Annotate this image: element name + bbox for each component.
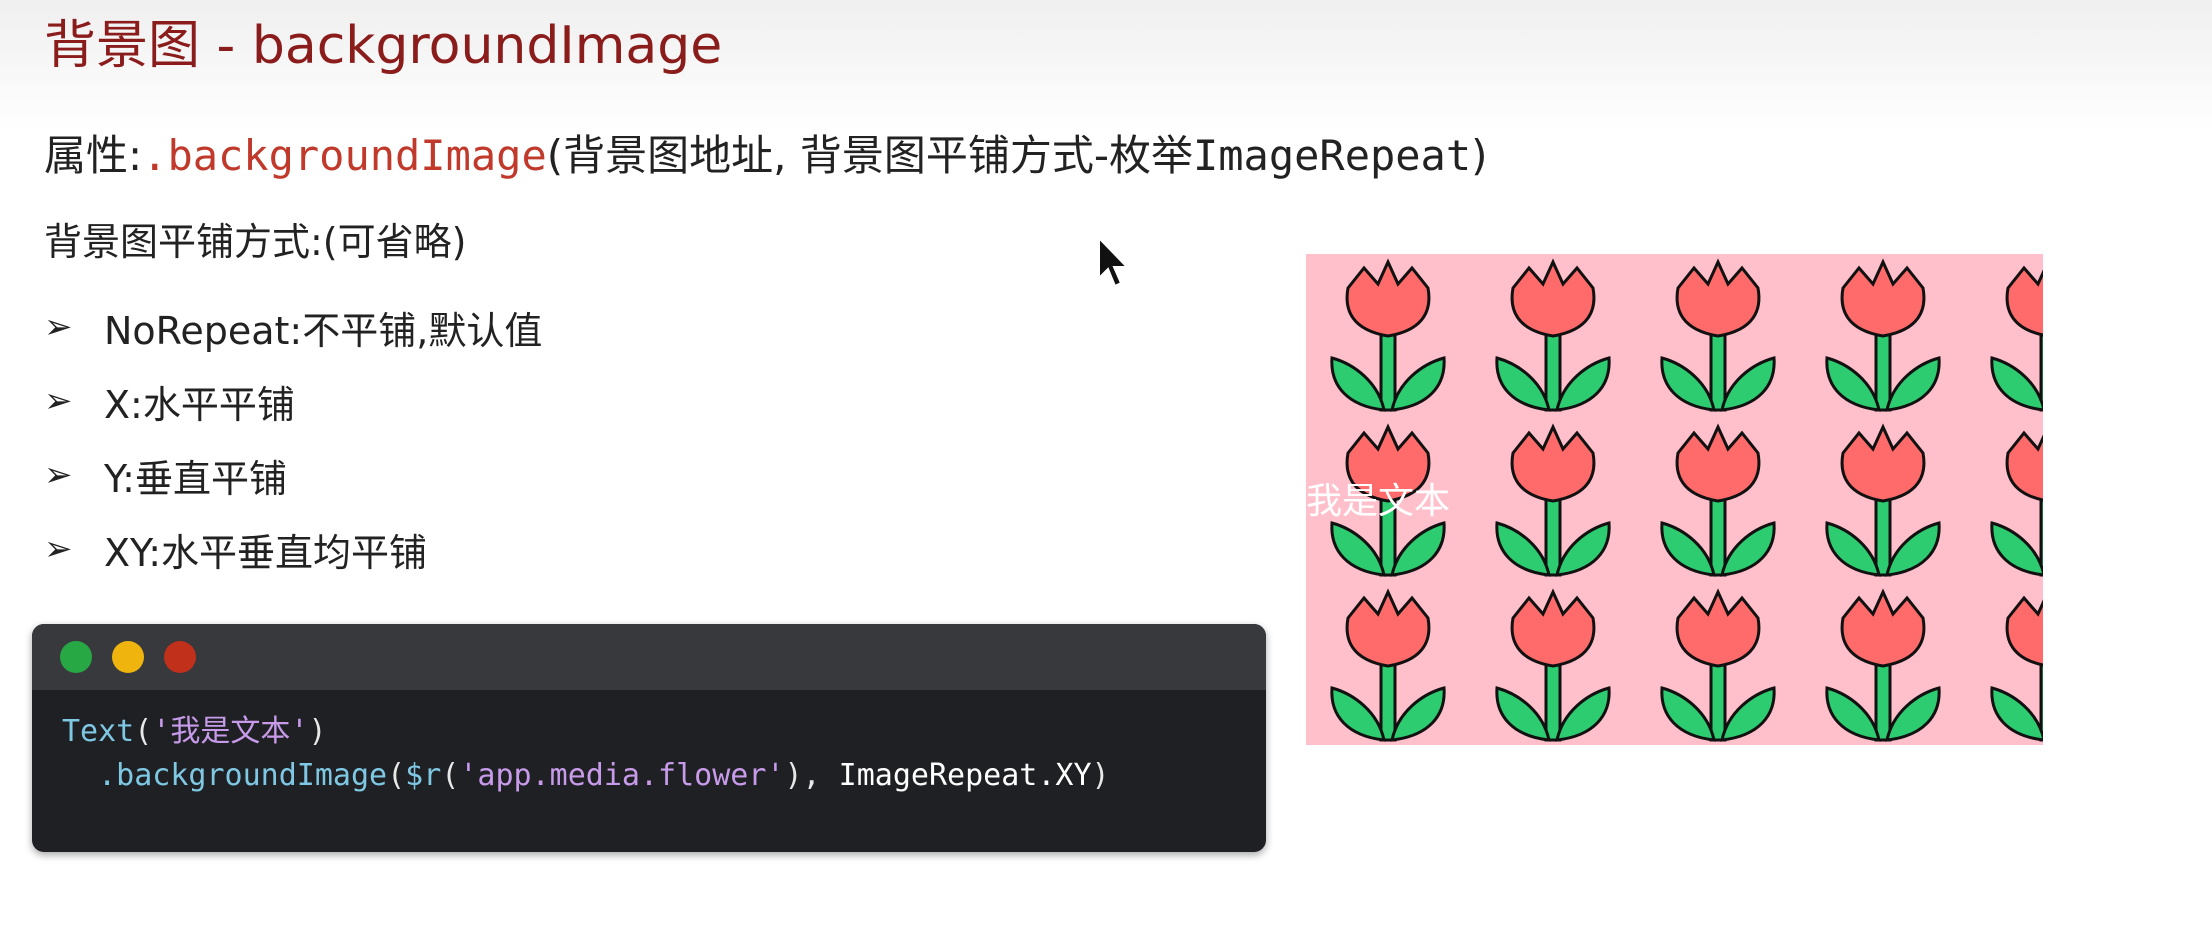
code-token-paren: )	[308, 714, 327, 749]
arrow-bullet-icon: ➢	[44, 529, 73, 569]
tulip-icon	[1495, 590, 1611, 742]
window-yellow-dot-icon[interactable]	[112, 641, 144, 673]
option-text: X:水平平铺	[104, 382, 295, 427]
code-body: Text('我是文本') .backgroundImage($r('app.me…	[32, 690, 1266, 798]
code-line-2: .backgroundImage($r('app.media.flower'),…	[62, 754, 1266, 798]
tulip-icon	[1660, 260, 1776, 412]
code-token-string: '我是文本'	[152, 714, 309, 749]
tulip-icon	[1990, 590, 2043, 742]
list-item: ➢ X:水平平铺	[44, 364, 542, 438]
tulip-icon	[1330, 260, 1446, 412]
code-window-titlebar	[32, 624, 1266, 690]
property-label: 属性:	[44, 131, 143, 180]
arrow-bullet-icon: ➢	[44, 307, 73, 347]
list-item: ➢ XY:水平垂直均平铺	[44, 512, 542, 586]
preview-area: 我是文本	[1306, 254, 2043, 745]
tulip-icon	[1990, 260, 2043, 412]
window-green-dot-icon[interactable]	[60, 641, 92, 673]
code-token-string: 'app.media.flower'	[459, 758, 785, 793]
preview-text: 我是文本	[1306, 481, 1451, 522]
list-item: ➢ Y:垂直平铺	[44, 438, 542, 512]
repeat-options-list: ➢ NoRepeat:不平铺,默认值 ➢ X:水平平铺 ➢ Y:垂直平铺 ➢ X…	[44, 290, 542, 586]
code-token-enum: ImageRepeat.XY	[820, 758, 1092, 793]
property-enum: ImageRepeat	[1192, 131, 1472, 180]
arrow-bullet-icon: ➢	[44, 455, 73, 495]
option-text: NoRepeat:不平铺,默认值	[104, 308, 543, 353]
arrow-bullet-icon: ➢	[44, 381, 73, 421]
property-args-close: )	[1471, 131, 1488, 180]
mouse-cursor-icon	[1098, 236, 1130, 288]
tulip-icon	[1660, 425, 1776, 577]
code-token-paren: ),	[784, 758, 821, 793]
tulip-icon	[1825, 425, 1941, 577]
code-token-paren: )	[1091, 758, 1110, 793]
list-item: ➢ NoRepeat:不平铺,默认值	[44, 290, 542, 364]
code-token-fn: Text	[62, 714, 135, 749]
slide-title: 背景图 - backgroundImage	[44, 16, 723, 76]
property-method: .backgroundImage	[142, 131, 547, 180]
code-token-res-fn: $r	[405, 758, 442, 793]
option-text: XY:水平垂直均平铺	[104, 530, 428, 575]
code-token-method: .backgroundImage	[98, 758, 388, 793]
property-line: 属性:.backgroundImage(背景图地址, 背景图平铺方式-枚举Ima…	[44, 126, 1488, 186]
tulip-icon	[1825, 260, 1941, 412]
code-token-paren: (	[387, 758, 406, 793]
code-line-1: Text('我是文本')	[62, 710, 1266, 754]
code-token-paren: (	[134, 714, 153, 749]
code-token-paren: (	[441, 758, 460, 793]
tulip-icon	[1495, 425, 1611, 577]
property-args-open: (背景图地址, 背景图平铺方式-枚举	[546, 131, 1193, 180]
tulip-icon	[1495, 260, 1611, 412]
code-window: Text('我是文本') .backgroundImage($r('app.me…	[32, 624, 1266, 852]
option-text: Y:垂直平铺	[104, 456, 287, 501]
tulip-icon	[1990, 425, 2043, 577]
window-red-dot-icon[interactable]	[164, 641, 196, 673]
tulip-icon	[1660, 590, 1776, 742]
tulip-icon	[1825, 590, 1941, 742]
repeat-heading: 背景图平铺方式:(可省略)	[44, 220, 467, 264]
tulip-icon	[1330, 590, 1446, 742]
